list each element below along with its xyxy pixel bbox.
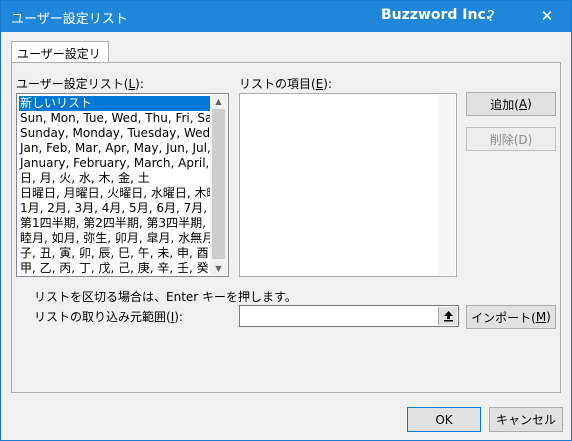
close-icon: ✕ [540,7,554,25]
dialog-window: ユーザー設定リスト Buzzword Inc. ? ✕ ユーザー設定リスト ユー… [0,0,572,441]
close-button[interactable]: ✕ [533,5,561,27]
list-entries-textarea[interactable] [239,93,457,277]
scroll-down-icon[interactable]: ▼ [210,262,227,275]
brand-label: Buzzword Inc. [381,7,492,23]
list-item[interactable]: January, February, March, April, [19,156,212,171]
list-entries-label-text: リストの項目( [239,77,316,91]
import-range-label-text: リストの取り込み元範囲( [34,310,171,324]
list-item[interactable]: 子, 丑, 寅, 卯, 辰, 巳, 午, 未, 申, 酉 [19,246,212,261]
custom-lists-scrollbar[interactable]: ▲ ▼ [210,95,227,275]
help-button[interactable]: ? [477,5,505,27]
import-button-suffix: ) [546,310,551,324]
scroll-up-icon[interactable]: ▲ [210,95,227,108]
list-entries-scrollbar[interactable] [438,95,455,275]
title-bar: ユーザー設定リスト Buzzword Inc. ? ✕ [1,1,571,32]
list-item[interactable]: 睦月, 如月, 弥生, 卯月, 皐月, 水無月 [19,231,212,246]
scrollbar-thumb[interactable] [212,109,225,259]
custom-lists-label: ユーザー設定リスト(L): [16,75,144,92]
import-button-accel: M [535,310,547,324]
custom-lists-items: 新しいリスト Sun, Mon, Tue, Wed, Thu, Fri, Sa … [19,96,212,276]
list-item[interactable]: 甲, 乙, 丙, 丁, 戊, 己, 庚, 辛, 壬, 癸 [19,261,212,276]
list-item[interactable]: Sun, Mon, Tue, Wed, Thu, Fri, Sa [19,111,212,126]
custom-lists-label-suffix: ): [135,77,144,91]
cancel-button[interactable]: キャンセル [489,407,563,432]
window-title: ユーザー設定リスト [11,12,128,27]
add-button-suffix: ) [527,97,532,111]
import-range-label-suffix: ): [174,310,183,324]
range-picker-button[interactable] [438,307,457,325]
import-button[interactable]: インポート(M) [466,305,556,329]
list-item[interactable]: 日, 月, 火, 水, 木, 金, 土 [19,171,212,186]
list-item[interactable]: 新しいリスト [19,96,212,111]
list-item[interactable]: 第1四半期, 第2四半期, 第3四半期, 第 [19,216,212,231]
add-button-accel: A [518,97,528,111]
list-item[interactable]: 1月, 2月, 3月, 4月, 5月, 6月, 7月, [19,201,212,216]
custom-lists-listbox[interactable]: 新しいリスト Sun, Mon, Tue, Wed, Thu, Fri, Sa … [16,93,229,277]
list-item[interactable]: 日曜日, 月曜日, 火曜日, 水曜日, 木曜 [19,186,212,201]
import-range-label: リストの取り込み元範囲(I): [34,308,183,325]
import-range-input[interactable] [239,305,459,327]
custom-lists-label-text: ユーザー設定リスト( [16,77,129,91]
import-button-text: インポート( [471,310,536,325]
add-button[interactable]: 追加(A) [466,92,556,116]
list-item[interactable]: Sunday, Monday, Tuesday, Wedn [19,126,212,141]
separator-hint: リストを区切る場合は、Enter キーを押します。 [34,290,297,304]
list-entries-label: リストの項目(E): [239,75,332,92]
help-icon: ? [487,7,495,25]
list-entries-label-suffix: ): [323,77,333,91]
add-button-text: 追加( [490,97,519,112]
list-item[interactable]: Jan, Feb, Mar, Apr, May, Jun, Jul, [19,141,212,156]
tab-custom-lists[interactable]: ユーザー設定リスト [11,41,109,78]
delete-button[interactable]: 削除(D) [466,127,556,151]
collapse-dialog-icon [443,311,453,322]
ok-button[interactable]: OK [407,407,481,432]
